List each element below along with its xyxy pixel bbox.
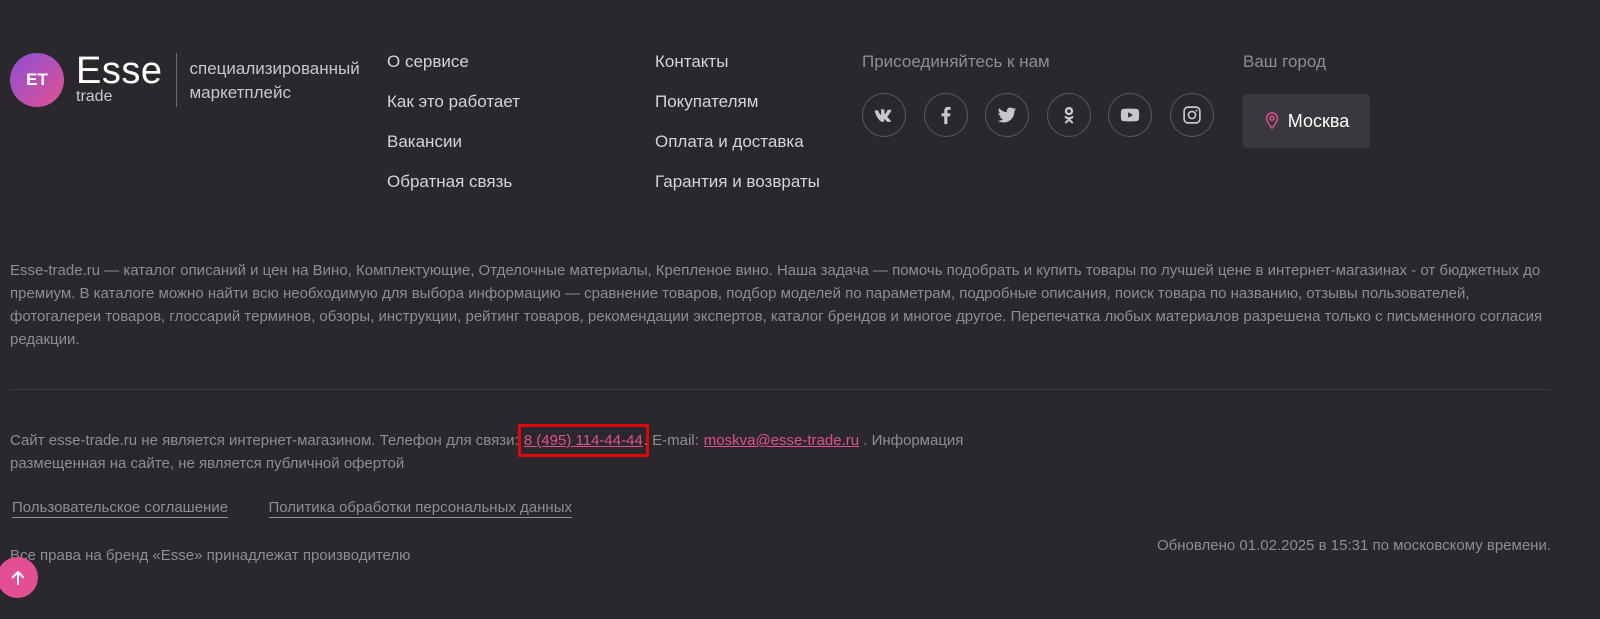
footer-nav-customers: Контакты Покупателям Оплата и доставка Г… <box>655 51 820 211</box>
social-links <box>862 93 1231 137</box>
phone-link[interactable]: 8 (495) 114-44-44 <box>517 424 649 457</box>
city-title: Ваш город <box>1243 52 1326 71</box>
email-label: . E-mail: <box>643 432 699 449</box>
divider <box>10 389 1551 390</box>
nav-link-payment-delivery[interactable]: Оплата и доставка <box>655 131 820 153</box>
nav-link-vacancies[interactable]: Вакансии <box>387 131 520 153</box>
nav-link-contacts[interactable]: Контакты <box>655 51 820 73</box>
about-text: Esse-trade.ru — каталог описаний и цен н… <box>10 262 1543 348</box>
footer-nav-service: О сервисе Как это работает Вакансии Обра… <box>387 51 520 211</box>
location-pin-icon <box>1265 112 1278 130</box>
nav-link-how-it-works[interactable]: Как это работает <box>387 91 520 113</box>
logo-name: Esse <box>76 50 163 92</box>
city-select-button[interactable]: Москва <box>1243 94 1370 148</box>
scroll-to-top-button[interactable] <box>0 557 38 598</box>
twitter-icon[interactable] <box>985 93 1029 137</box>
email-link[interactable]: moskva@esse-trade.ru <box>704 432 859 449</box>
arrow-up-icon <box>11 570 24 585</box>
legal-links: Пользовательское соглашение Политика обр… <box>10 499 608 518</box>
logo-divider <box>176 53 178 107</box>
logo[interactable]: ET Esse trade специализированный маркетп… <box>10 50 369 107</box>
instagram-icon[interactable] <box>1169 93 1214 137</box>
updated-text: Обновлено 01.02.2025 в 15:31 по московск… <box>1157 537 1551 554</box>
city-block: Ваш город Москва <box>1243 51 1370 148</box>
logo-tagline: специализированный маркетплейс <box>189 59 360 102</box>
nav-link-warranty-returns[interactable]: Гарантия и возвраты <box>655 171 820 193</box>
disclaimer-text: Сайт esse-trade.ru не является интернет-… <box>10 432 519 449</box>
user-agreement-link[interactable]: Пользовательское соглашение <box>12 499 229 518</box>
nav-link-buyers[interactable]: Покупателям <box>655 91 820 113</box>
social-title: Присоединяйтесь к нам <box>862 52 1050 71</box>
odnoklassniki-icon[interactable] <box>1046 93 1091 137</box>
facebook-icon[interactable] <box>923 93 968 137</box>
logo-badge: ET <box>10 53 64 107</box>
nav-link-about[interactable]: О сервисе <box>387 51 520 73</box>
privacy-policy-link[interactable]: Политика обработки персональных данных <box>268 499 572 518</box>
nav-link-feedback[interactable]: Обратная связь <box>387 171 520 193</box>
disclaimer: Сайт esse-trade.ru не является интернет-… <box>10 424 1010 475</box>
youtube-icon[interactable] <box>1108 93 1152 137</box>
logo-text: Esse trade <box>76 50 163 105</box>
city-name: Москва <box>1287 110 1350 131</box>
social-block: Присоединяйтесь к нам <box>862 51 1231 137</box>
logo-sub: trade <box>76 88 113 105</box>
rights-text: Все права на бренд «Esse» принадлежат пр… <box>10 547 411 564</box>
vk-icon[interactable] <box>862 93 906 137</box>
